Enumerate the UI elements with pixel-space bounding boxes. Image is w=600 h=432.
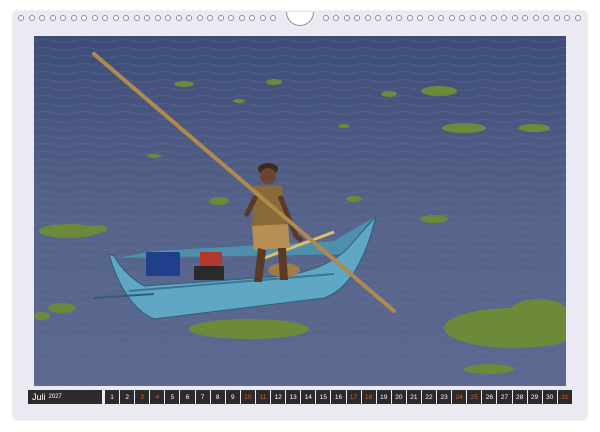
day-cell: 9 xyxy=(225,390,240,404)
binding-hole xyxy=(91,15,98,21)
day-cell: 17 xyxy=(346,390,361,404)
binding-hole xyxy=(18,15,24,21)
binding-hole xyxy=(448,15,455,21)
photo xyxy=(34,36,566,386)
binding-hole xyxy=(322,15,329,21)
binding-hole xyxy=(385,15,392,21)
binding-hole xyxy=(70,15,77,21)
binding-hole xyxy=(123,15,129,21)
binding-hole xyxy=(564,15,570,21)
day-cell: 23 xyxy=(437,390,452,404)
binding-hole xyxy=(228,15,234,21)
month-name: Juli xyxy=(32,392,46,402)
binding-hole xyxy=(217,15,224,21)
binding-hole xyxy=(249,15,255,21)
binding-hole xyxy=(196,15,203,21)
binding-hole xyxy=(553,15,560,21)
binding-hole xyxy=(102,15,108,21)
day-cell: 31 xyxy=(557,390,572,404)
day-cell: 6 xyxy=(180,390,195,404)
binding-hole xyxy=(112,15,119,21)
day-cell: 5 xyxy=(165,390,180,404)
day-cell: 10 xyxy=(240,390,255,404)
binding-hole xyxy=(427,15,434,21)
binding-hole xyxy=(574,15,581,21)
day-cell: 22 xyxy=(421,390,437,404)
binding-hole xyxy=(133,15,140,21)
day-cell: 29 xyxy=(527,390,542,404)
day-cell: 13 xyxy=(286,390,301,404)
day-cell: 4 xyxy=(150,390,165,404)
binding-hole xyxy=(259,15,266,21)
day-cell: 3 xyxy=(135,390,150,404)
day-cell: 24 xyxy=(452,390,467,404)
day-cell: 25 xyxy=(467,390,482,404)
day-cell: 2 xyxy=(120,390,135,404)
binding-hole xyxy=(270,15,276,21)
binding-hole xyxy=(28,15,35,21)
binding-hole xyxy=(154,15,161,21)
day-cell: 8 xyxy=(210,390,225,404)
day-cell: 28 xyxy=(512,390,527,404)
day-cell: 19 xyxy=(376,390,391,404)
day-cell: 1 xyxy=(105,390,120,404)
binding-hole xyxy=(406,15,413,21)
binding-hole xyxy=(207,15,213,21)
day-cell: 18 xyxy=(361,390,376,404)
day-cell: 30 xyxy=(542,390,557,404)
calendar-strip: Juli 2027 1 2 3 4 5 6 7 8 9 10 11 12 13 14 15 16 17 18 19 2… xyxy=(28,390,573,404)
binding-hole xyxy=(60,15,66,21)
binding-hole xyxy=(459,15,465,21)
binding-hole xyxy=(490,15,497,21)
day-cell: 26 xyxy=(482,390,497,404)
binding-hole xyxy=(511,15,518,21)
binding-hole xyxy=(532,15,539,21)
binding-hole xyxy=(238,15,245,21)
day-cell: 11 xyxy=(255,390,271,404)
photo-illustration xyxy=(34,36,566,386)
binding-hole xyxy=(396,15,402,21)
day-cell: 14 xyxy=(301,390,316,404)
binding-hole xyxy=(49,15,56,21)
binding-hole xyxy=(165,15,171,21)
binding-hole xyxy=(39,15,45,21)
binding-hole xyxy=(175,15,182,21)
day-cell: 12 xyxy=(271,390,286,404)
binding-hole xyxy=(469,15,476,21)
binding-hole xyxy=(186,15,192,21)
day-cell: 15 xyxy=(316,390,331,404)
binding-hole xyxy=(81,15,87,21)
month-label: Juli 2027 xyxy=(28,390,102,404)
binding-hole xyxy=(417,15,423,21)
binding-hole xyxy=(480,15,486,21)
binding-hole xyxy=(364,15,371,21)
binding-hole xyxy=(501,15,507,21)
binding-hole xyxy=(438,15,444,21)
day-cell: 21 xyxy=(406,390,421,404)
day-row: 1 2 3 4 5 6 7 8 9 10 11 12 13 14 15 16 17 18 19 20 21 22 23 24 2… xyxy=(105,390,573,404)
binding-hole xyxy=(333,15,339,21)
day-cell: 20 xyxy=(391,390,406,404)
day-cell: 7 xyxy=(195,390,210,404)
binding-hole xyxy=(375,15,381,21)
month-year: 2027 xyxy=(48,394,62,400)
binding-hole xyxy=(354,15,360,21)
day-cell: 16 xyxy=(331,390,346,404)
binding-hole xyxy=(543,15,549,21)
binding-hole xyxy=(343,15,350,21)
binding-hole xyxy=(144,15,150,21)
day-cell: 27 xyxy=(497,390,512,404)
binding-hole xyxy=(522,15,528,21)
